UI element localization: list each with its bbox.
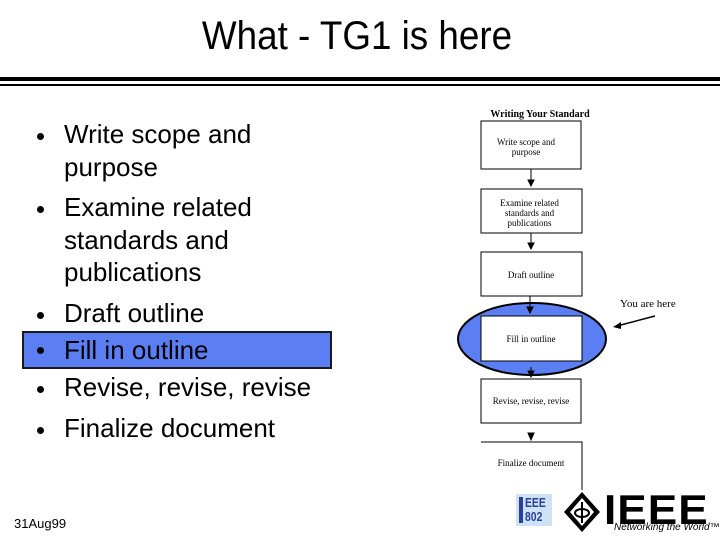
arrow-down-icon <box>527 432 535 442</box>
step-label: Revise, revise, revise <box>492 396 570 406</box>
step-label-current: Fill in outline <box>506 334 556 344</box>
logo-802-text: EEE 802 <box>525 495 546 524</box>
step-label: Examine related standards and publicatio… <box>500 198 559 228</box>
annotation-arrow <box>616 315 656 327</box>
flowchart-graphics <box>457 120 656 490</box>
step-label: Draft outline <box>507 270 555 280</box>
flowchart: Writing Your Standard Write scope and pu… <box>0 0 720 540</box>
ieee-802-logo: EEE 802 <box>516 494 552 526</box>
flowchart-title: Writing Your Standard <box>490 109 590 120</box>
footer-date: 31Aug99 <box>14 516 67 531</box>
arrow-down-icon <box>527 179 535 188</box>
you-are-here-annotation: You are here <box>620 298 676 310</box>
arrow-down-icon <box>527 242 535 251</box>
step-label: Finalize document <box>497 458 565 468</box>
logo-bar <box>519 497 523 523</box>
ieee-tagline: Networking the World™ <box>614 522 720 533</box>
ieee-diamond-logo-icon <box>564 492 600 532</box>
step-label: Write scope and purpose <box>496 137 556 157</box>
arrow-left-icon <box>613 322 621 329</box>
